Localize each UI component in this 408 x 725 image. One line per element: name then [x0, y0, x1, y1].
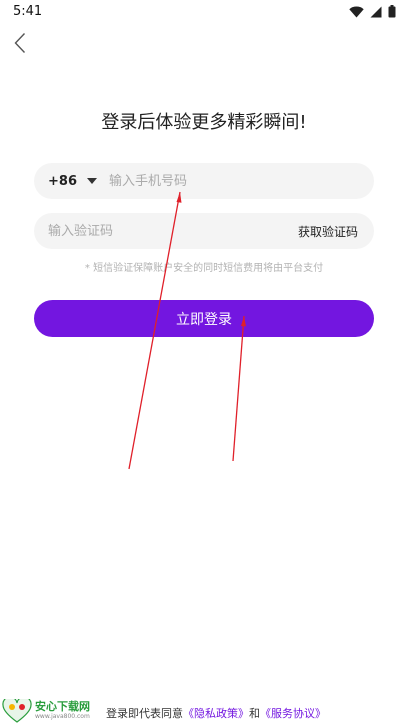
agreement-text: 登录即代表同意《隐私政策》和《服务协议》 — [106, 705, 326, 721]
footer: 安心下载网 www.java800.com 登录即代表同意《隐私政策》和《服务协… — [0, 695, 408, 725]
chevron-left-icon — [14, 33, 26, 53]
country-code-selector[interactable]: +86 — [48, 174, 77, 189]
agreement-prefix: 登录即代表同意 — [106, 707, 183, 720]
heart-logo-icon — [2, 695, 32, 723]
agreement-and: 和 — [249, 707, 260, 720]
status-time: 5:41 — [13, 4, 43, 19]
page-title: 登录后体验更多精彩瞬间! — [101, 112, 307, 133]
watermark-logo: 安心下载网 www.java800.com — [2, 695, 102, 725]
status-icons — [349, 5, 396, 18]
login-button[interactable]: 立即登录 — [34, 300, 374, 337]
battery-icon — [388, 5, 396, 18]
annotation-arrow — [232, 315, 245, 462]
caret-down-icon[interactable] — [86, 178, 97, 184]
phone-input[interactable] — [108, 163, 374, 199]
service-agreement-link[interactable]: 《服务协议》 — [260, 707, 326, 720]
privacy-policy-link[interactable]: 《隐私政策》 — [183, 707, 249, 720]
sms-note: * 短信验证保障账户安全的同时短信费用将由平台支付 — [84, 263, 324, 274]
get-code-button[interactable]: 获取验证码 — [298, 223, 358, 240]
watermark-name: 安心下载网 — [35, 700, 90, 713]
verification-code-input[interactable] — [48, 213, 298, 249]
watermark-url: www.java800.com — [35, 713, 90, 720]
phone-field: +86 — [34, 163, 374, 199]
code-field: 获取验证码 — [34, 213, 374, 249]
wifi-icon — [349, 6, 364, 17]
signal-icon — [370, 6, 382, 17]
status-bar: 5:41 — [0, 0, 408, 24]
back-button[interactable] — [8, 30, 32, 56]
